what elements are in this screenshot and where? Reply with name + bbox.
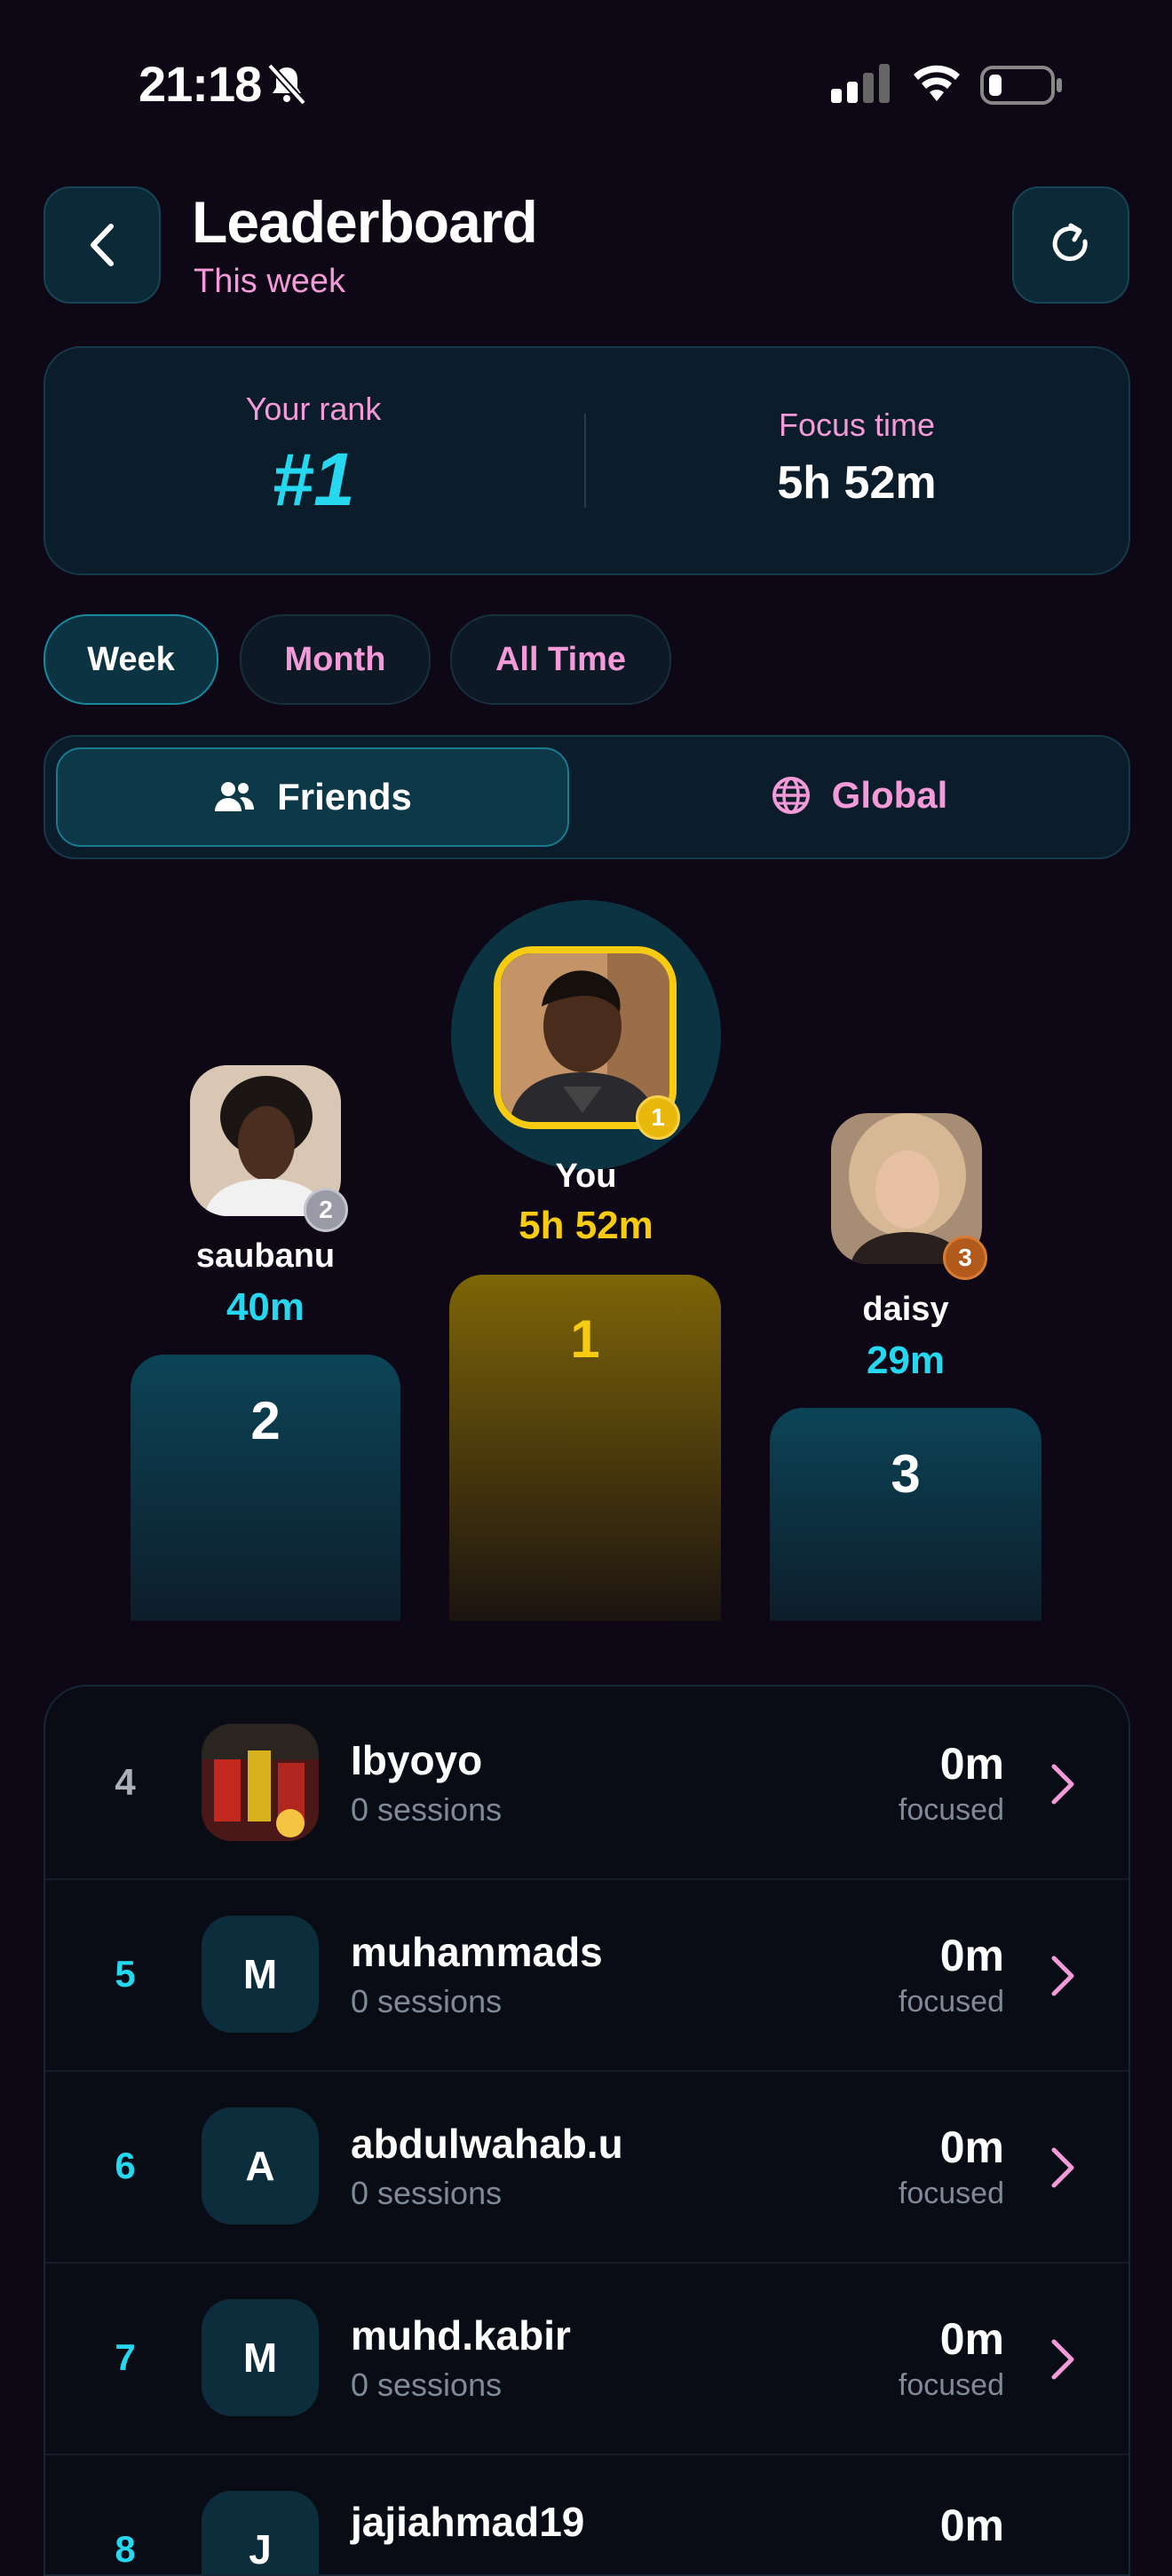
list-item[interactable]: 6 A abdulwahab.u 0 sessions 0m focused	[45, 2070, 1128, 2264]
row-avatar	[202, 1724, 319, 1841]
chevron-right-icon	[1051, 1956, 1074, 1996]
row-unit: focused	[898, 1793, 1004, 1827]
tab-week[interactable]: Week	[44, 614, 218, 705]
medal-gold-icon: 1	[636, 1095, 680, 1140]
row-rank: 6	[115, 2145, 136, 2186]
podium-second-time: 40m	[226, 1285, 305, 1329]
back-button[interactable]	[44, 186, 161, 304]
tab-global-label: Global	[831, 774, 948, 816]
row-name: Ibyoyo	[351, 1737, 483, 1783]
row-name: jajiahmad19	[351, 2499, 585, 2545]
podium-third-rank: 3	[891, 1444, 921, 1504]
bell-muted-icon	[267, 63, 306, 106]
row-value: 0m	[939, 1739, 1004, 1789]
row-avatar: M	[202, 1916, 319, 2033]
list-item[interactable]: 5 M muhammads 0 sessions 0m focused	[45, 1878, 1128, 2072]
rank-value: #1	[272, 438, 355, 521]
row-name: abdulwahab.u	[351, 2121, 623, 2167]
medal-number: 3	[958, 1244, 972, 1271]
medal-bronze-icon: 3	[943, 1236, 987, 1280]
podium-second-name: saubanu	[195, 1237, 336, 1275]
list-item[interactable]: 8 J jajiahmad19 0m	[45, 2454, 1128, 2574]
tab-global[interactable]: Global	[605, 747, 1114, 843]
leaderboard-list: 4 Ibyoyo 0 sessions 0m focused 5 M muham…	[44, 1685, 1130, 2576]
row-rank: 4	[115, 1761, 136, 1803]
users-icon	[215, 782, 255, 811]
row-unit: focused	[898, 1985, 1004, 2019]
row-name: muhammads	[351, 1929, 603, 1975]
row-value: 0m	[939, 1931, 1004, 1980]
list-item[interactable]: 7 M muhd.kabir 0 sessions 0m focused	[45, 2262, 1128, 2455]
podium-second-rank: 2	[250, 1391, 281, 1450]
tab-friends-label: Friends	[277, 776, 412, 818]
status-time: 21:18	[139, 56, 262, 112]
row-sessions: 0 sessions	[351, 1983, 503, 2019]
avatar-photo	[501, 953, 669, 1122]
medal-number: 1	[651, 1103, 665, 1131]
row-avatar: M	[202, 2299, 319, 2416]
row-value: 0m	[939, 2122, 1004, 2172]
chevron-right-icon	[1051, 1764, 1074, 1805]
row-sessions: 0 sessions	[351, 2175, 503, 2211]
row-avatar: J	[202, 2491, 319, 2574]
refresh-button[interactable]	[1012, 186, 1129, 304]
divider	[584, 414, 586, 508]
podium-first-rank: 1	[570, 1309, 600, 1369]
row-rank: 8	[115, 2528, 136, 2570]
battery-icon	[980, 66, 1062, 105]
podium-first-name: You	[555, 1158, 617, 1195]
medal-silver-icon: 2	[304, 1188, 348, 1232]
page-title: Leaderboard	[192, 189, 538, 255]
chevron-right-icon	[1051, 2147, 1074, 2188]
row-unit: focused	[898, 2177, 1004, 2210]
podium-first-block: 1	[449, 1275, 721, 1621]
podium-second-block: 2	[131, 1355, 400, 1621]
row-name: muhd.kabir	[351, 2312, 571, 2359]
row-sessions: 0 sessions	[351, 1791, 503, 1828]
rank-label: Your rank	[245, 391, 382, 427]
wifi-icon	[914, 65, 960, 101]
focus-value: 5h 52m	[777, 457, 937, 509]
page-subtitle: This week	[194, 263, 346, 300]
avatar-photo	[202, 1724, 319, 1841]
globe-icon	[772, 777, 810, 814]
focus-label: Focus time	[778, 407, 936, 443]
podium-third-name: daisy	[862, 1291, 949, 1328]
refresh-icon	[1052, 223, 1088, 261]
podium-third-time: 29m	[866, 1339, 946, 1382]
row-rank: 7	[115, 2336, 136, 2378]
row-rank: 5	[115, 1953, 136, 1995]
row-value: 0m	[939, 2501, 1004, 2550]
tab-friends[interactable]: Friends	[56, 747, 569, 847]
chevron-left-icon	[91, 224, 114, 266]
row-sessions: 0 sessions	[351, 2367, 503, 2403]
medal-number: 2	[319, 1196, 333, 1223]
row-avatar: A	[202, 2107, 319, 2224]
tab-month[interactable]: Month	[240, 614, 431, 705]
list-item[interactable]: 4 Ibyoyo 0 sessions 0m focused	[45, 1687, 1128, 1880]
podium-third-block: 3	[770, 1408, 1041, 1621]
tab-all-time[interactable]: All Time	[450, 614, 671, 705]
signal-icon	[831, 64, 890, 103]
chevron-right-icon	[1051, 2339, 1074, 2380]
row-value: 0m	[939, 2314, 1004, 2364]
podium-first-time: 5h 52m	[519, 1204, 653, 1247]
row-unit: focused	[898, 2368, 1004, 2402]
